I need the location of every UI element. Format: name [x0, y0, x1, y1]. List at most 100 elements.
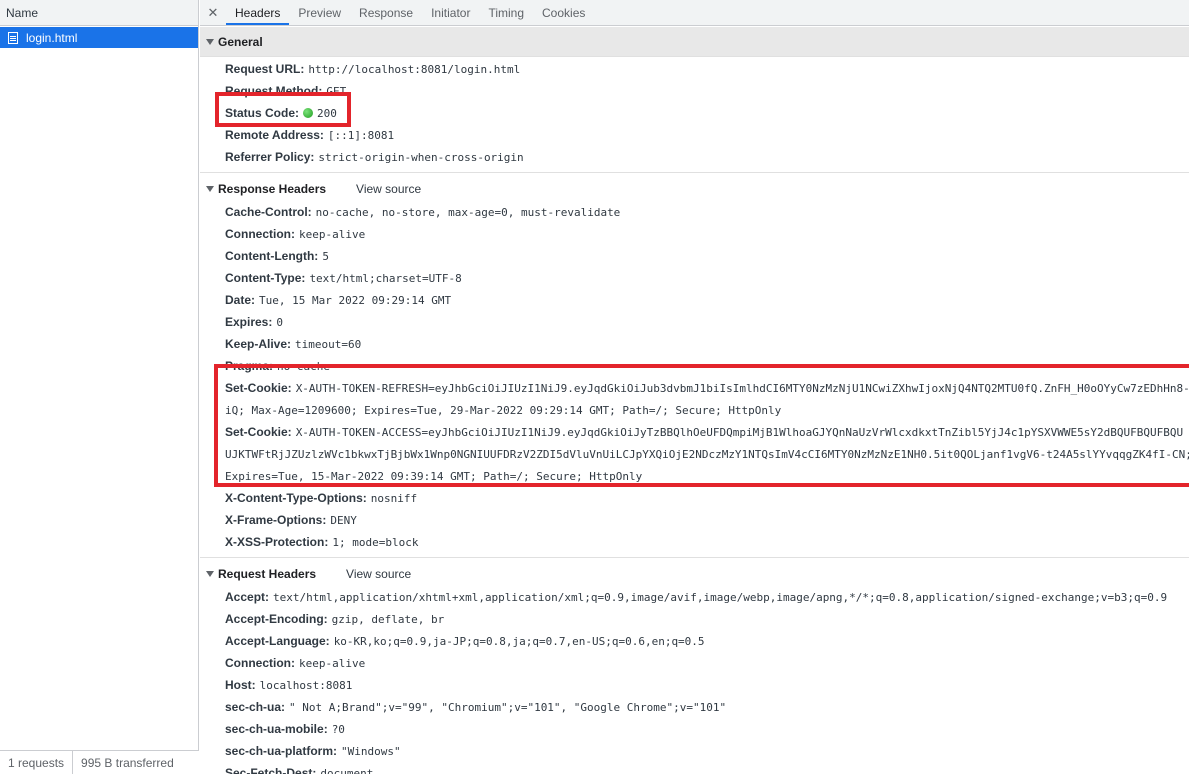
header-row: Host: localhost:8081 [200, 674, 1189, 696]
header-row: X-XSS-Protection: 1; mode=block [200, 531, 1189, 553]
view-source-link[interactable]: View source [356, 182, 421, 196]
section-divider [200, 557, 1189, 558]
header-value: nosniff [370, 492, 418, 505]
tab-initiator[interactable]: Initiator [422, 0, 479, 25]
name-column-header[interactable]: Name [0, 0, 198, 26]
header-value: http://localhost:8081/login.html [308, 63, 521, 76]
set-cookie-row-continued: UJKTWFtRjJZUzlzWVc1bkwxTjBjbWx1Wnp0NGNIU… [200, 443, 1189, 465]
header-key: Content-Type: [225, 271, 306, 285]
header-value: text/html,application/xhtml+xml,applicat… [273, 591, 1168, 604]
request-name: login.html [26, 30, 78, 45]
header-key: Set-Cookie: [225, 381, 292, 395]
header-row: Accept: text/html,application/xhtml+xml,a… [200, 586, 1189, 608]
header-key: Accept-Language: [225, 634, 330, 648]
request-row-login[interactable]: login.html [0, 27, 198, 48]
header-key: Date: [225, 293, 256, 307]
header-row: Connection: keep-alive [200, 223, 1189, 245]
header-row: sec-ch-ua: " Not A;Brand";v="99", "Chromi… [200, 696, 1189, 718]
general-title: General [218, 34, 263, 49]
header-row: Keep-Alive: timeout=60 [200, 333, 1189, 355]
header-row: Accept-Encoding: gzip, deflate, br [200, 608, 1189, 630]
close-icon[interactable]: ✕ [200, 0, 226, 25]
header-value: [::1]:8081 [327, 129, 395, 142]
header-value: DENY [330, 514, 357, 527]
header-key: Remote Address: [225, 128, 324, 142]
header-value: 0 [276, 316, 283, 329]
header-key: Request URL: [225, 62, 305, 76]
request-headers-section-header[interactable]: Request Headers View source [200, 562, 1189, 586]
header-key: Sec-Fetch-Dest: [225, 766, 317, 774]
header-value: " Not A;Brand";v="99", "Chromium";v="101… [289, 701, 727, 714]
header-row: X-Content-Type-Options: nosniff [200, 487, 1189, 509]
header-row: sec-ch-ua-mobile: ?0 [200, 718, 1189, 740]
header-value: 5 [322, 250, 329, 263]
header-key: X-Content-Type-Options: [225, 491, 367, 505]
header-row: Request Method: GET [200, 80, 1189, 102]
details-tab-bar: ✕ Headers Preview Response Initiator Tim… [200, 0, 1189, 26]
header-key: sec-ch-ua: [225, 700, 286, 714]
header-key: Accept: [225, 590, 270, 604]
set-cookie-row-continued: Expires=Tue, 15-Mar-2022 09:39:14 GMT; P… [200, 465, 1189, 487]
header-key: X-Frame-Options: [225, 513, 327, 527]
tab-response[interactable]: Response [350, 0, 422, 25]
status-code-row: Status Code: 200 [200, 102, 1189, 124]
header-key: Host: [225, 678, 256, 692]
response-headers-section-header[interactable]: Response Headers View source [200, 177, 1189, 201]
request-details-panel: ✕ Headers Preview Response Initiator Tim… [200, 0, 1189, 774]
tab-timing[interactable]: Timing [479, 0, 533, 25]
header-key: sec-ch-ua-mobile: [225, 722, 328, 736]
header-value: ?0 [331, 723, 345, 736]
header-value: X-AUTH-TOKEN-ACCESS=eyJhbGciOiJIUzI1NiJ9… [295, 426, 1184, 439]
header-key: X-XSS-Protection: [225, 535, 329, 549]
header-value: X-AUTH-TOKEN-REFRESH=eyJhbGciOiJIUzI1NiJ… [295, 382, 1189, 395]
header-key: Status Code: [225, 106, 300, 120]
header-key: Connection: [225, 656, 295, 670]
header-value: GET [326, 85, 347, 98]
header-key: Connection: [225, 227, 295, 241]
transferred-size: 995 B transferred [81, 755, 174, 770]
view-source-link[interactable]: View source [346, 567, 411, 581]
header-key: Accept-Encoding: [225, 612, 328, 626]
header-key: Content-Length: [225, 249, 319, 263]
header-key: sec-ch-ua-platform: [225, 744, 338, 758]
header-value: no-cache [277, 360, 331, 373]
header-row: Content-Type: text/html;charset=UTF-8 [200, 267, 1189, 289]
expand-triangle-icon [206, 186, 214, 192]
header-value: keep-alive [299, 228, 366, 241]
header-value: UJKTWFtRjJZUzlzWVc1bkwxTjBjbWx1Wnp0NGNIU… [225, 448, 1189, 461]
tab-cookies[interactable]: Cookies [533, 0, 594, 25]
header-value: iQ; Max-Age=1209600; Expires=Tue, 29-Mar… [225, 404, 782, 417]
header-value: "Windows" [341, 745, 401, 758]
header-key: Pragma: [225, 359, 274, 373]
status-ok-icon [303, 108, 314, 118]
header-row: X-Frame-Options: DENY [200, 509, 1189, 531]
set-cookie-row-continued: iQ; Max-Age=1209600; Expires=Tue, 29-Mar… [200, 399, 1189, 421]
set-cookie-row: Set-Cookie: X-AUTH-TOKEN-ACCESS=eyJhbGciO… [200, 421, 1189, 443]
header-value: timeout=60 [295, 338, 362, 351]
network-status-bar: 1 requests 995 B transferred [0, 750, 199, 774]
expand-triangle-icon [206, 571, 214, 577]
request-list-panel: Name login.html 1 requests 995 B transfe… [0, 0, 199, 774]
header-key: Referrer Policy: [225, 150, 315, 164]
header-value: no-cache, no-store, max-age=0, must-reva… [315, 206, 621, 219]
tab-headers[interactable]: Headers [226, 0, 290, 25]
header-row: Accept-Language: ko-KR,ko;q=0.9,ja-JP;q=0… [200, 630, 1189, 652]
request-headers-title: Request Headers [218, 567, 317, 581]
tab-preview[interactable]: Preview [289, 0, 350, 25]
header-row: Connection: keep-alive [200, 652, 1189, 674]
general-section-header[interactable]: General [200, 27, 1189, 57]
header-value: keep-alive [299, 657, 366, 670]
header-value: strict-origin-when-cross-origin [318, 151, 524, 164]
header-key: Request Method: [225, 84, 323, 98]
section-divider [200, 172, 1189, 173]
header-row: Referrer Policy: strict-origin-when-cross… [200, 146, 1189, 168]
header-value: localhost:8081 [259, 679, 353, 692]
header-value: Tue, 15 Mar 2022 09:29:14 GMT [259, 294, 452, 307]
response-headers-title: Response Headers [218, 182, 327, 196]
header-value: 1; mode=block [332, 536, 419, 549]
header-row: Cache-Control: no-cache, no-store, max-ag… [200, 201, 1189, 223]
header-row: Date: Tue, 15 Mar 2022 09:29:14 GMT [200, 289, 1189, 311]
header-row: Expires: 0 [200, 311, 1189, 333]
expand-triangle-icon [206, 38, 214, 45]
header-key: Set-Cookie: [225, 425, 292, 439]
